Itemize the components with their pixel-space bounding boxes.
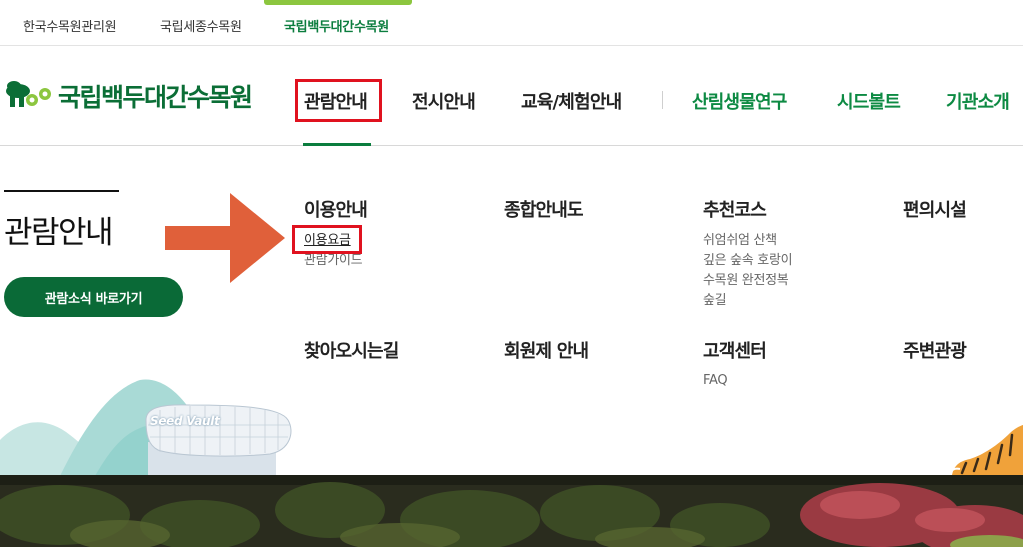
menu-item-course-3[interactable]: 수목원 완전정복 <box>703 271 789 291</box>
gnb-divider <box>662 91 663 109</box>
menu-membership[interactable]: 회원제 안내 <box>504 337 589 363</box>
gnb-exhibition[interactable]: 전시안내 <box>412 88 476 114</box>
gnb-about[interactable]: 기관소개 <box>946 88 1010 114</box>
logo[interactable]: 국립백두대간수목원 <box>4 76 253 116</box>
menu-nearby-tourism[interactable]: 주변관광 <box>903 337 967 363</box>
site-link-baekdudaegan-arboretum[interactable]: 국립백두대간수목원 <box>284 16 389 35</box>
family-site-bar: 한국수목원관리원 국립세종수목원 국립백두대간수목원 <box>0 0 1023 46</box>
menu-item-course-4[interactable]: 숲길 <box>703 291 727 311</box>
menu-recommended-course[interactable]: 추천코스 <box>703 196 767 222</box>
gnb-visit-info[interactable]: 관람안내 <box>304 88 368 114</box>
menu-usage-info[interactable]: 이용안내 <box>304 196 368 222</box>
menu-site-map[interactable]: 종합안내도 <box>504 196 584 222</box>
logo-text: 국립백두대간수목원 <box>58 83 253 112</box>
menu-item-admission-fee[interactable]: 이용요금 <box>304 231 351 251</box>
menu-facilities[interactable]: 편의시설 <box>903 196 967 222</box>
active-site-indicator <box>264 0 412 5</box>
hero-forest-photo <box>0 475 1023 547</box>
tiger-illustration <box>949 425 1023 475</box>
site-link-sejong-arboretum[interactable]: 국립세종수목원 <box>160 16 242 35</box>
arrow-right-icon <box>165 193 285 283</box>
menu-directions[interactable]: 찾아오시는길 <box>304 337 399 363</box>
site-link-korea-arboreta[interactable]: 한국수목원관리원 <box>23 16 117 35</box>
menu-item-course-2[interactable]: 깊은 숲속 호랑이 <box>703 251 793 271</box>
gnb-forest-research[interactable]: 산림생물연구 <box>692 88 787 114</box>
section-title-rule <box>4 190 119 192</box>
gnb-education[interactable]: 교육/체험안내 <box>521 88 622 114</box>
gnb-active-underline <box>303 143 371 146</box>
page: 한국수목원관리원 국립세종수목원 국립백두대간수목원 국립백두대간수목원 관람안… <box>0 0 1023 547</box>
menu-item-visit-guide[interactable]: 관람가이드 <box>304 251 363 271</box>
seed-vault-label: Seed Vault <box>150 414 220 428</box>
section-title: 관람안내 <box>4 215 114 251</box>
header: 국립백두대간수목원 관람안내 전시안내 교육/체험안내 산림생물연구 시드볼트 … <box>0 46 1023 146</box>
gnb-seed-vault[interactable]: 시드볼트 <box>837 88 901 114</box>
visit-news-button[interactable]: 관람소식 바로가기 <box>4 277 183 317</box>
menu-item-faq[interactable]: FAQ <box>703 371 728 391</box>
menu-item-course-1[interactable]: 쉬엄쉬엄 산책 <box>703 231 777 251</box>
logo-mark-icon <box>6 81 51 107</box>
menu-customer-center[interactable]: 고객센터 <box>703 337 767 363</box>
